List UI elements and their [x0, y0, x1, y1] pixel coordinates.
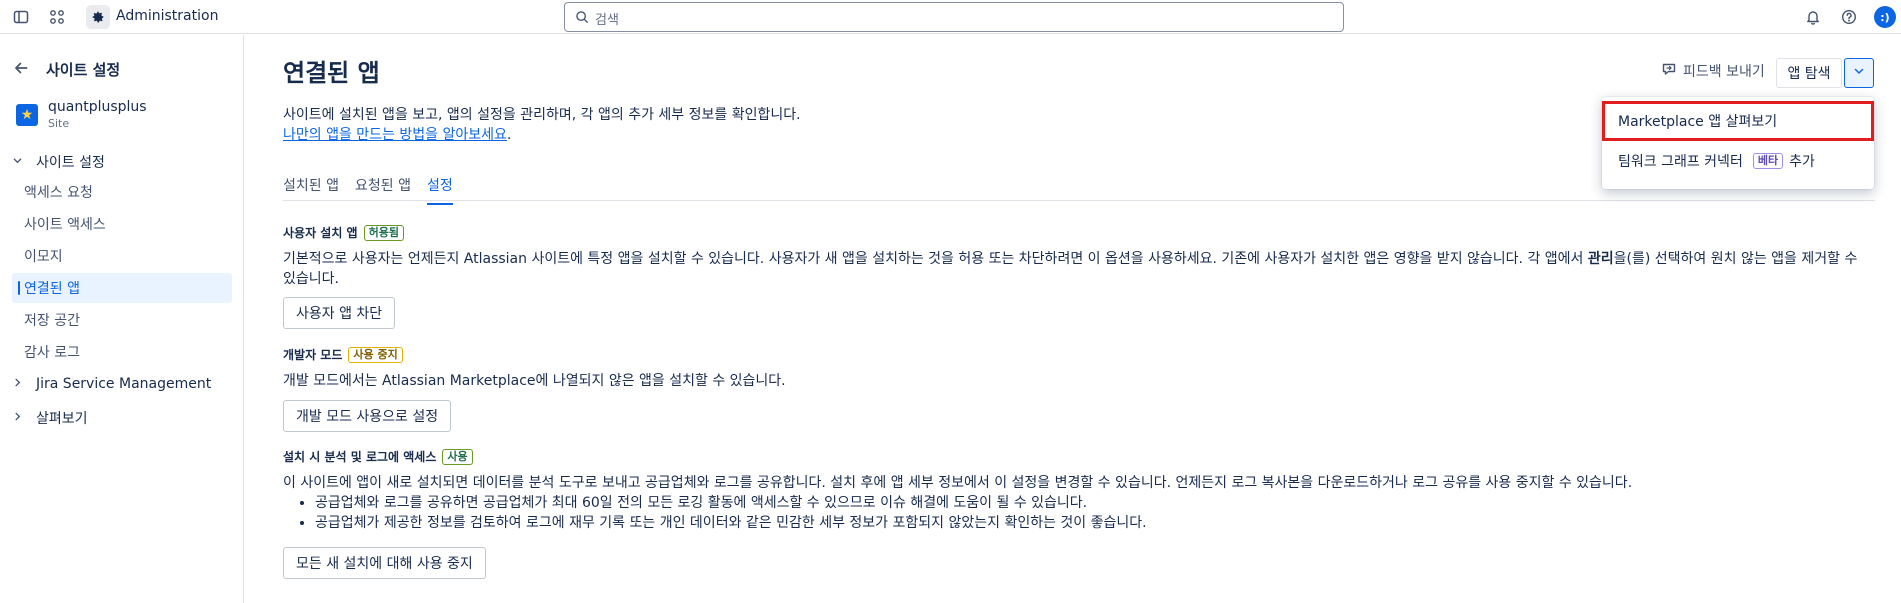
menu-item-suffix: 추가	[1789, 154, 1815, 170]
dev-mode-description: 개발 모드에서는 Atlassian Marketplace에 나열되지 않은 …	[283, 373, 786, 389]
chevron-right-icon	[12, 411, 26, 425]
description-text: 기본적으로 사용자는 언제든지 Atlassian 사이트에 특정 앱을 설치할…	[283, 251, 1588, 267]
user-install-heading: 사용자 설치 앱 허용됨	[283, 224, 404, 241]
tabs-divider	[283, 200, 1875, 201]
feedback-button[interactable]: 피드백 보내기	[1661, 61, 1765, 81]
explore-dropdown-menu: Marketplace 앱 살펴보기 팀워크 그래프 커넥터 베타 추가	[1602, 97, 1874, 189]
list-item: 공급업체가 제공한 정보를 검토하여 로그에 재무 기록 또는 개인 데이터와 …	[315, 513, 1147, 533]
gear-icon[interactable]	[86, 5, 110, 29]
star-icon: ★	[16, 104, 38, 126]
sidebar-item-storage[interactable]: 저장 공간	[12, 305, 232, 335]
menu-item-teamwork-graph[interactable]: 팀워크 그래프 커넥터 베타 추가	[1602, 141, 1874, 181]
section-title: 설치 시 분석 및 로그에 액세스	[283, 450, 437, 464]
sidebar-item-access-requests[interactable]: 액세스 요청	[12, 177, 232, 207]
feedback-icon	[1661, 61, 1677, 81]
search-input[interactable]: 검색	[564, 2, 1344, 32]
status-badge: 사용	[442, 448, 473, 465]
analytics-heading: 설치 시 분석 및 로그에 액세스 사용	[283, 448, 473, 465]
list-item: 공급업체와 로그를 공유하면 공급업체가 최대 60일 전의 모든 로깅 활동에…	[315, 493, 1147, 513]
help-icon[interactable]	[1838, 6, 1860, 28]
block-user-apps-button[interactable]: 사용자 앱 차단	[283, 297, 396, 329]
page-description: 사이트에 설치된 앱을 보고, 앱의 설정을 관리하며, 각 앱의 추가 세부 …	[283, 105, 801, 145]
beta-badge: 베타	[1752, 153, 1784, 169]
enable-dev-mode-button[interactable]: 개발 모드 사용으로 설정	[283, 400, 452, 432]
disable-analytics-button[interactable]: 모든 새 설치에 대해 사용 중지	[283, 547, 486, 579]
manage-bold-text: 관리	[1587, 251, 1614, 267]
explore-apps-button[interactable]: 앱 탐색	[1776, 58, 1842, 88]
back-arrow-icon[interactable]	[12, 59, 30, 81]
description-link-suffix: .	[506, 127, 512, 143]
sidebar-group-label: 살펴보기	[36, 411, 88, 427]
sidebar-item-connected-apps[interactable]: 연결된 앱	[12, 273, 232, 303]
sidebar-group-site-settings[interactable]: 사이트 설정	[12, 152, 105, 172]
dev-mode-heading: 개발자 모드 사용 중지	[283, 346, 403, 363]
app-switcher-icon[interactable]	[46, 6, 68, 28]
sidebar-group-label: Jira Service Management	[36, 376, 212, 392]
section-title: 사용자 설치 앱	[283, 226, 358, 240]
sidebar-item-audit-log[interactable]: 감사 로그	[12, 337, 232, 367]
chevron-down-icon	[12, 155, 26, 169]
app-title[interactable]: Administration	[116, 8, 218, 24]
learn-more-link[interactable]: 나만의 앱을 만드는 방법을 알아보세요	[283, 127, 507, 143]
search-icon	[575, 10, 589, 28]
chevron-down-icon	[1853, 65, 1865, 81]
sidebar-title: 사이트 설정	[46, 61, 121, 79]
analytics-bullet-list: 공급업체와 로그를 공유하면 공급업체가 최대 60일 전의 모든 로깅 활동에…	[297, 493, 1147, 533]
analytics-description: 이 사이트에 앱이 새로 설치되면 데이터를 분석 도구로 보내고 공급업체와 …	[283, 475, 1633, 491]
sidebar-item-emoji[interactable]: 이모지	[12, 241, 232, 271]
feedback-label: 피드백 보내기	[1683, 64, 1765, 80]
site-name[interactable]: quantplusplus	[48, 99, 147, 115]
section-title: 개발자 모드	[283, 348, 343, 362]
status-badge: 허용됨	[363, 224, 404, 241]
page-title: 연결된 앱	[283, 59, 380, 87]
sidebar: 사이트 설정 ★ quantplusplus Site 사이트 설정 액세스 요…	[0, 35, 244, 603]
avatar[interactable]: :)	[1874, 6, 1896, 28]
menu-item-marketplace[interactable]: Marketplace 앱 살펴보기	[1602, 101, 1874, 141]
sidebar-group-jsm[interactable]: Jira Service Management	[12, 376, 211, 392]
status-badge: 사용 중지	[348, 346, 403, 363]
menu-item-label: 팀워크 그래프 커넥터	[1618, 154, 1743, 170]
explore-dropdown-button[interactable]	[1844, 58, 1874, 88]
sidebar-group-label: 사이트 설정	[36, 155, 105, 171]
description-text: 사이트에 설치된 앱을 보고, 앱의 설정을 관리하며, 각 앱의 추가 세부 …	[283, 107, 801, 123]
notification-bell-icon[interactable]	[1802, 6, 1824, 28]
chevron-right-icon	[12, 377, 26, 391]
sidebar-group-explore[interactable]: 살펴보기	[12, 408, 88, 428]
top-navigation: Administration 검색 :)	[0, 0, 1901, 34]
sidebar-item-site-access[interactable]: 사이트 액세스	[12, 209, 232, 239]
site-type: Site	[48, 117, 70, 130]
sidebar-toggle-icon[interactable]	[10, 6, 32, 28]
search-placeholder: 검색	[595, 13, 619, 28]
user-install-description: 기본적으로 사용자는 언제든지 Atlassian 사이트에 특정 앱을 설치할…	[283, 249, 1863, 289]
